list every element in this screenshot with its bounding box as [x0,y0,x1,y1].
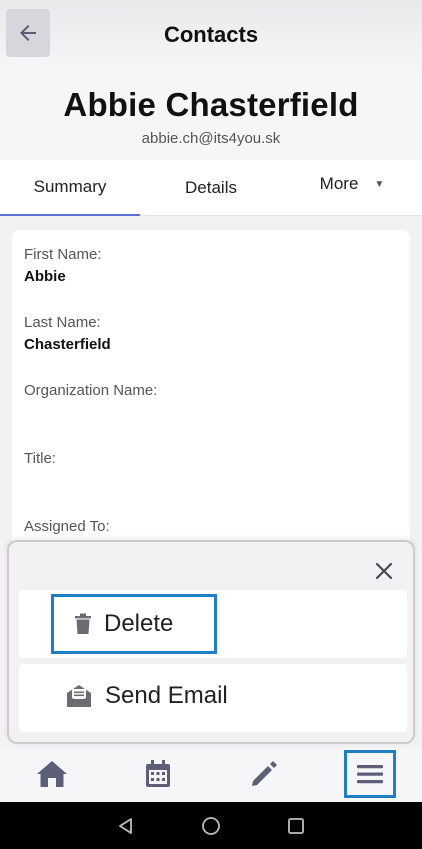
system-recents-icon[interactable] [286,816,306,836]
contact-name: Abbie Chasterfield [63,86,359,123]
nav-menu-button[interactable] [344,750,396,798]
bottom-navigation [0,748,422,802]
nav-edit-button[interactable] [238,748,290,800]
delete-action-highlight[interactable]: Delete [51,594,217,654]
send-email-content: Send Email [65,682,228,710]
home-icon [37,761,67,787]
title-label: Title: [24,450,56,467]
tab-details[interactable]: Details [140,160,282,216]
summary-card: First Name: Abbie Last Name: Chasterfiel… [12,230,410,560]
calendar-icon [146,760,170,787]
close-sheet-button[interactable] [369,556,399,586]
tab-details-label: Details [185,178,237,197]
first-name-label: First Name: [24,246,102,263]
assigned-to-label: Assigned To: [24,518,110,535]
nav-calendar-button[interactable] [132,748,184,800]
send-email-action[interactable]: Send Email [19,664,407,732]
pencil-icon [252,761,277,786]
page-title: Contacts [163,22,259,47]
tab-summary-label: Summary [33,177,107,196]
system-navigation-bar [0,802,422,849]
caret-down-icon: ▼ [374,178,385,190]
menu-icon [357,765,383,784]
close-icon [375,562,393,580]
tab-bar: Summary Details More ▼ [0,160,422,216]
last-name-label: Last Name: [24,314,101,331]
actions-sheet: Delete Send Email [7,540,415,744]
send-email-label: Send Email [105,682,228,709]
delete-action[interactable]: Delete [19,590,407,658]
tab-more[interactable]: More ▼ [282,156,422,212]
top-app-bar: Contacts [0,0,422,70]
tab-more-label: More [319,174,359,193]
system-home-icon[interactable] [200,815,222,837]
last-name-value: Chasterfield [24,336,111,353]
trash-icon [75,613,91,634]
contact-header: Abbie Chasterfield abbie.ch@its4you.sk [0,70,422,160]
contact-email: abbie.ch@its4you.sk [141,130,281,147]
delete-label: Delete [104,610,174,637]
first-name-value: Abbie [24,268,66,285]
envelope-open-icon [67,685,91,707]
nav-home-button[interactable] [26,748,78,800]
system-back-icon[interactable] [116,816,136,836]
organization-name-label: Organization Name: [24,382,158,399]
tab-summary[interactable]: Summary [0,160,140,216]
